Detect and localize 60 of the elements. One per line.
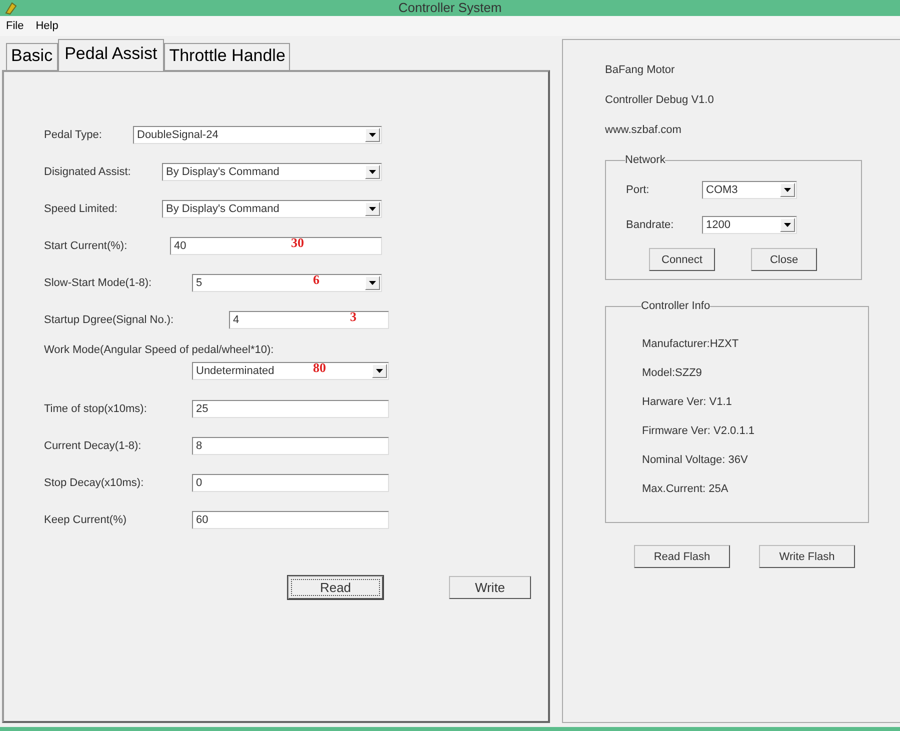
dropdown[interactable]: By Display's Command xyxy=(162,162,382,180)
field-label: Time of stop(x10ms): xyxy=(43,402,148,414)
handwritten-note: 3 xyxy=(350,308,356,324)
info-text: Nominal Voltage: 36V xyxy=(642,454,749,468)
dropdown[interactable]: 1200 xyxy=(702,216,797,234)
text-field[interactable]: 60 xyxy=(192,510,389,528)
handwritten-note: 80 xyxy=(313,360,326,376)
dropdown-arrow-icon xyxy=(784,188,791,192)
network-button[interactable]: Connect xyxy=(649,248,715,271)
text-field[interactable]: 25 xyxy=(192,400,389,418)
field-label: Port: xyxy=(626,184,650,196)
field-label: Disignated Assist: xyxy=(43,166,132,178)
dropdown-arrow-icon xyxy=(369,132,376,136)
action-button[interactable]: Read xyxy=(288,576,383,599)
flash-button[interactable]: Write Flash xyxy=(759,545,855,568)
network-button[interactable]: Close xyxy=(751,248,817,271)
window-title: Controller System xyxy=(398,0,503,16)
field-label: Start Current(%): xyxy=(43,240,128,252)
dropdown[interactable]: DoubleSignal-24 xyxy=(133,126,382,144)
about-text: www.szbaf.com xyxy=(605,124,682,138)
dropdown-arrow-icon xyxy=(369,170,376,174)
dropdown-arrow-icon xyxy=(369,206,376,210)
tab[interactable]: Throttle Handle xyxy=(164,43,290,70)
text-field[interactable]: 40 30 xyxy=(170,236,382,254)
text-field[interactable]: 8 xyxy=(192,436,389,454)
dropdown[interactable]: Undeterminated 80 xyxy=(192,362,389,380)
info-text: Firmware Ver: V2.0.1.1 xyxy=(642,425,756,439)
group-title: Controller Info xyxy=(641,300,710,312)
field-label: Slow-Start Mode(1-8): xyxy=(43,276,153,288)
field-label: Bandrate: xyxy=(626,218,675,230)
field-label: Work Mode(Angular Speed of pedal/wheel*10): xyxy=(43,344,275,356)
group-title: Network xyxy=(625,154,666,166)
field-label: Pedal Type: xyxy=(43,128,103,140)
tab[interactable]: Pedal Assist xyxy=(58,39,164,71)
flash-button[interactable]: Read Flash xyxy=(634,545,730,568)
menu-item[interactable]: Help xyxy=(36,20,58,32)
info-text: Manufacturer:HZXT xyxy=(642,338,740,352)
about-text: Controller Debug V1.0 xyxy=(605,94,715,108)
info-text: Max.Current: 25A xyxy=(642,483,730,497)
handwritten-note: 30 xyxy=(291,234,304,250)
dropdown-arrow-icon xyxy=(784,222,791,226)
dropdown[interactable]: COM3 xyxy=(702,180,797,198)
dropdown-arrow-icon xyxy=(376,369,383,373)
text-field[interactable]: 0 xyxy=(192,474,389,492)
text-field[interactable]: 4 3 xyxy=(229,310,389,328)
field-label: Startup Dgree(Signal No.): xyxy=(43,314,175,326)
field-label: Stop Decay(x10ms): xyxy=(43,476,145,488)
info-text: Harware Ver: V1.1 xyxy=(642,396,733,410)
field-label: Keep Current(%) xyxy=(43,514,128,526)
dropdown-arrow-icon xyxy=(369,280,376,284)
info-text: Model:SZZ9 xyxy=(642,367,703,381)
field-label: Speed Limited: xyxy=(43,202,118,214)
dropdown[interactable]: 5 6 xyxy=(192,274,382,292)
dropdown[interactable]: By Display's Command xyxy=(162,200,382,218)
handwritten-note: 6 xyxy=(313,272,320,288)
menu-item[interactable]: File xyxy=(6,20,24,32)
about-text: BaFang Motor xyxy=(605,64,676,78)
action-button[interactable]: Write xyxy=(449,576,531,599)
field-label: Current Decay(1-8): xyxy=(43,440,142,452)
tab[interactable]: Basic xyxy=(6,43,58,70)
